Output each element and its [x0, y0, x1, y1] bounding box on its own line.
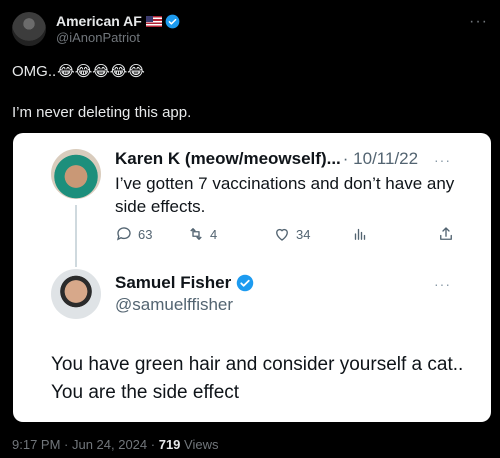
karen-more-icon: ··· [434, 152, 451, 168]
laughing-emoji-icons: 😂😂😂😂😂 [57, 63, 145, 80]
karen-header: Karen K (meow/meowself)... · 10/11/22 [115, 149, 418, 169]
heart-icon [276, 228, 288, 241]
verified-badge-icon [165, 14, 180, 29]
samuel-name: Samuel Fisher [115, 273, 232, 292]
views-count: 719 [158, 437, 181, 452]
tweet-meta: 9:17 PM · Jun 24, 2024 · 719 Views [12, 437, 219, 452]
views-action [351, 225, 374, 243]
samuel-more-icon: ··· [434, 276, 451, 292]
reply-count: 63 [138, 226, 153, 242]
embedded-screenshot-card[interactable]: Karen K (meow/meowself)... · 10/11/22 ··… [13, 133, 491, 422]
like-count: 34 [296, 226, 311, 242]
retweet-action: 4 [187, 225, 217, 243]
karen-tweet-text: I’ve gotten 7 vaccinations and don’t hav… [115, 174, 455, 216]
karen-avatar [51, 149, 101, 199]
karen-name: Karen K (meow/meowself)... [115, 149, 341, 168]
samuel-avatar [51, 269, 101, 319]
display-name[interactable]: American AF [56, 13, 142, 30]
samuel-header: Samuel Fisher @samuelffisher [115, 273, 254, 315]
karen-date: · 10/11/22 [342, 149, 419, 168]
samuel-reply-text: You have green hair and consider yoursel… [51, 354, 464, 403]
views-label: Views [184, 437, 219, 452]
tweet-header: American AF @iAnonPatriot [12, 12, 180, 46]
thread-line [75, 205, 77, 267]
reply-action: 63 [115, 225, 152, 243]
like-action: 34 [273, 225, 310, 243]
karen-action-bar: 63 4 34 [115, 225, 455, 245]
more-options-icon[interactable]: ··· [469, 13, 488, 31]
tweet-text-line1: OMG.. 😂😂😂😂😂 [12, 62, 145, 81]
samuel-name-row: Samuel Fisher [115, 273, 254, 293]
avatar[interactable] [12, 12, 46, 46]
share-action [437, 225, 460, 243]
author-names: American AF @iAnonPatriot [56, 13, 180, 45]
verified-badge-icon [236, 274, 254, 292]
retweet-icon [190, 228, 202, 240]
tweet-text-omg: OMG.. [12, 62, 57, 80]
tweet-text-line2: I’m never deleting this app. [12, 104, 192, 121]
us-flag-icon [145, 15, 162, 27]
retweet-count: 4 [210, 226, 218, 242]
share-icon [440, 227, 452, 240]
reply-icon [116, 227, 131, 241]
samuel-handle: @samuelffisher [115, 295, 234, 314]
handle[interactable]: @iAnonPatriot [56, 30, 180, 46]
display-name-row[interactable]: American AF [56, 13, 180, 30]
tweet-timestamp[interactable]: 9:17 PM · Jun 24, 2024 · [12, 437, 155, 452]
analytics-icon [354, 228, 366, 240]
